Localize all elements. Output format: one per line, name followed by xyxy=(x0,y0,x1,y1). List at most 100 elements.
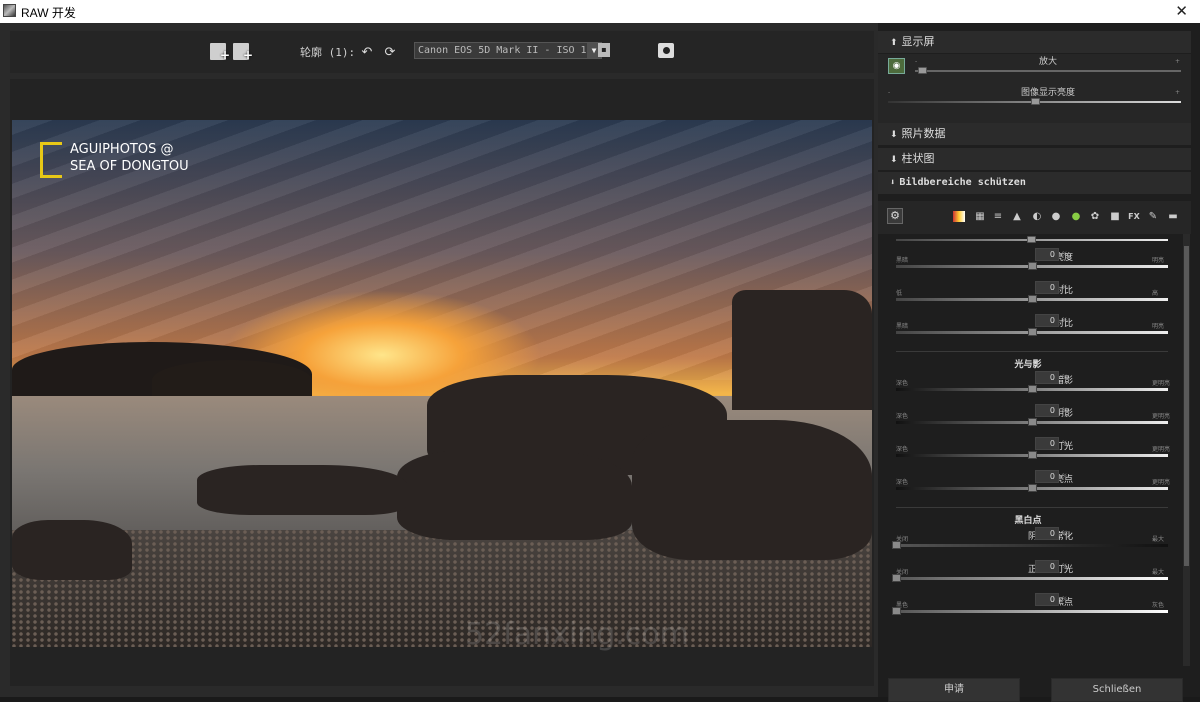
presets-icon[interactable]: ▬ xyxy=(1167,211,1179,222)
window-title: RAW 开发 xyxy=(21,6,76,20)
camera-icon[interactable] xyxy=(658,43,674,58)
zoom-slider[interactable] xyxy=(915,70,1181,72)
palette-icon[interactable]: ✿ xyxy=(1089,211,1101,222)
slider-max-label: 明亮 xyxy=(1152,323,1165,330)
slider-knob[interactable] xyxy=(1028,262,1037,270)
value-field[interactable]: 0 xyxy=(1035,470,1059,483)
photo-preview[interactable]: AGUIPHOTOS @ SEA OF DONGTOU xyxy=(12,120,872,647)
slider-min-label: 黑暗 xyxy=(896,257,909,264)
value-field[interactable]: 0 xyxy=(1035,314,1059,327)
logo-line-1: AGUIPHOTOS @ xyxy=(70,142,174,157)
contrast-icon[interactable]: ◐ xyxy=(1031,211,1043,222)
arrow-down-icon: ⬇ xyxy=(890,155,898,165)
slider-knob[interactable] xyxy=(1028,418,1037,426)
vertical-scrollbar[interactable] xyxy=(1183,234,1190,666)
slider-knob[interactable] xyxy=(1028,484,1037,492)
fx-icon[interactable]: FX xyxy=(1128,211,1140,222)
clarity-icon[interactable]: ● xyxy=(1050,211,1062,222)
value-field[interactable]: 0 xyxy=(1035,527,1059,540)
slider-knob[interactable] xyxy=(1028,328,1037,336)
section-histogram[interactable]: ⬇ 柱状图 xyxy=(878,148,1191,170)
app-icon xyxy=(3,4,16,17)
toolbar: 轮廓 (1): ↶ ⟳ Canon EOS 5D Mark II - ISO 1… xyxy=(10,31,874,73)
adjustment-row: 阴影正常化0%关闭最大 xyxy=(878,525,1178,558)
image-icon[interactable]: ▲ xyxy=(1011,211,1023,222)
section-protect[interactable]: ⬇ Bildbereiche schützen xyxy=(878,172,1191,194)
slider-track[interactable] xyxy=(896,577,1168,580)
slider-track[interactable] xyxy=(896,610,1168,613)
slider-knob[interactable] xyxy=(1028,451,1037,459)
camera-settings-icon[interactable]: ■ xyxy=(1109,211,1121,222)
slider-max-label: 最大 xyxy=(1152,536,1165,543)
adjustment-row: 柔和对比0%黑暗明亮 xyxy=(878,312,1178,345)
slider-max-label: 明亮 xyxy=(1152,257,1165,264)
exposure-icon[interactable]: ▦ xyxy=(974,211,986,222)
value-field[interactable]: 0 xyxy=(1035,371,1059,384)
zoom-slider-knob[interactable] xyxy=(918,67,927,74)
close-button[interactable]: Schließen xyxy=(1051,678,1183,702)
value-field[interactable]: 0 xyxy=(1035,281,1059,294)
redo-icon[interactable]: ⟳ xyxy=(382,44,398,61)
unit-label: % xyxy=(1062,530,1068,537)
zoom-label: 放大 xyxy=(1038,57,1057,67)
brightness-slider-knob[interactable] xyxy=(1031,98,1040,105)
save-icon[interactable]: ▪ xyxy=(598,43,610,57)
value-field[interactable]: 0 xyxy=(1035,404,1059,417)
slider-knob[interactable] xyxy=(892,541,901,549)
preset-select[interactable]: Canon EOS 5D Mark II - ISO 100 ▼ xyxy=(414,42,602,59)
comment-icon[interactable]: ✎ xyxy=(1147,211,1159,222)
slider-min-label: 深色 xyxy=(896,380,909,387)
tone-curve-icon[interactable]: ≡ xyxy=(992,211,1004,222)
unit-label: % xyxy=(1062,317,1068,324)
new-document-icon[interactable] xyxy=(210,43,230,64)
adjustment-row: 对比 0% 低高 xyxy=(878,279,1178,312)
rock-corner xyxy=(12,520,132,580)
apply-button[interactable]: 申请 xyxy=(888,678,1020,702)
contour-label: 轮廓 (1): xyxy=(300,46,356,59)
value-field[interactable]: 0 xyxy=(1035,248,1059,261)
value-field[interactable]: 0 xyxy=(1035,593,1059,606)
gear-icon[interactable]: ⚙ xyxy=(887,208,903,224)
white-balance-icon[interactable] xyxy=(953,211,965,222)
slider-max-label: 灰色 xyxy=(1152,602,1165,609)
scrollbar-thumb[interactable] xyxy=(1184,246,1189,566)
slider-min-label: 深色 xyxy=(896,413,909,420)
add-document-icon[interactable] xyxy=(233,43,253,64)
slider-max-label: 更明亮 xyxy=(1152,446,1171,453)
settings-panel: ⬆ 显示屏 ◉ - 放大 + - 图像显示亮度 + ⬇ 照片数据 ⬇ 柱状图 ⬇ Bil… xyxy=(878,23,1200,702)
brightness-label: 图像显示亮度 xyxy=(1020,88,1075,98)
rock-left xyxy=(197,465,407,515)
adjustments-scroll[interactable]: 亮度0%黑暗明亮对比0%低高柔和对比0%黑暗明亮光与影暗影0%深色更明亮阴影0%… xyxy=(878,234,1191,666)
arrow-down-icon: ⬇ xyxy=(890,178,896,188)
unit-label: % xyxy=(1062,284,1068,291)
top-slider-knob[interactable] xyxy=(1027,236,1036,243)
adjustment-row: 灯光 0% 深色 更明亮 xyxy=(878,435,1178,468)
slider-knob[interactable] xyxy=(892,574,901,582)
eye-icon[interactable]: ◉ xyxy=(888,58,905,74)
slider-max-label: 更明亮 xyxy=(1152,380,1171,387)
close-icon[interactable]: ✕ xyxy=(1175,2,1188,20)
unit-label: % xyxy=(1062,407,1068,414)
unit-label: % xyxy=(1062,473,1068,480)
arrow-down-icon: ⬇ xyxy=(890,130,898,140)
undo-icon[interactable]: ↶ xyxy=(359,44,375,61)
value-field[interactable]: 0 xyxy=(1035,560,1059,573)
slider-knob[interactable] xyxy=(1028,385,1037,393)
watermark: 52fanxing.com xyxy=(465,617,689,652)
section-display[interactable]: ⬆ 显示屏 xyxy=(878,31,1191,53)
slider-knob[interactable] xyxy=(1028,295,1037,303)
adjustment-row: 黑点 0% 黑色 灰色 xyxy=(878,591,1178,624)
slider-track[interactable] xyxy=(896,544,1168,547)
adjustment-row: 正常化灯光0%关闭最大 xyxy=(878,558,1178,591)
title-bar: RAW 开发 ✕ xyxy=(0,0,1200,23)
slider-knob[interactable] xyxy=(892,607,901,615)
slider-max-label: 更明亮 xyxy=(1152,413,1171,420)
hill-silhouette-2 xyxy=(152,360,312,400)
color-icon[interactable]: ● xyxy=(1070,211,1082,222)
section-photo-data[interactable]: ⬇ 照片数据 xyxy=(878,123,1191,145)
value-field[interactable]: 0 xyxy=(1035,437,1059,450)
slider-min-label: 深色 xyxy=(896,446,909,453)
unit-label: % xyxy=(1062,563,1068,570)
rock-mid xyxy=(397,450,632,540)
unit-label: % xyxy=(1062,596,1068,603)
